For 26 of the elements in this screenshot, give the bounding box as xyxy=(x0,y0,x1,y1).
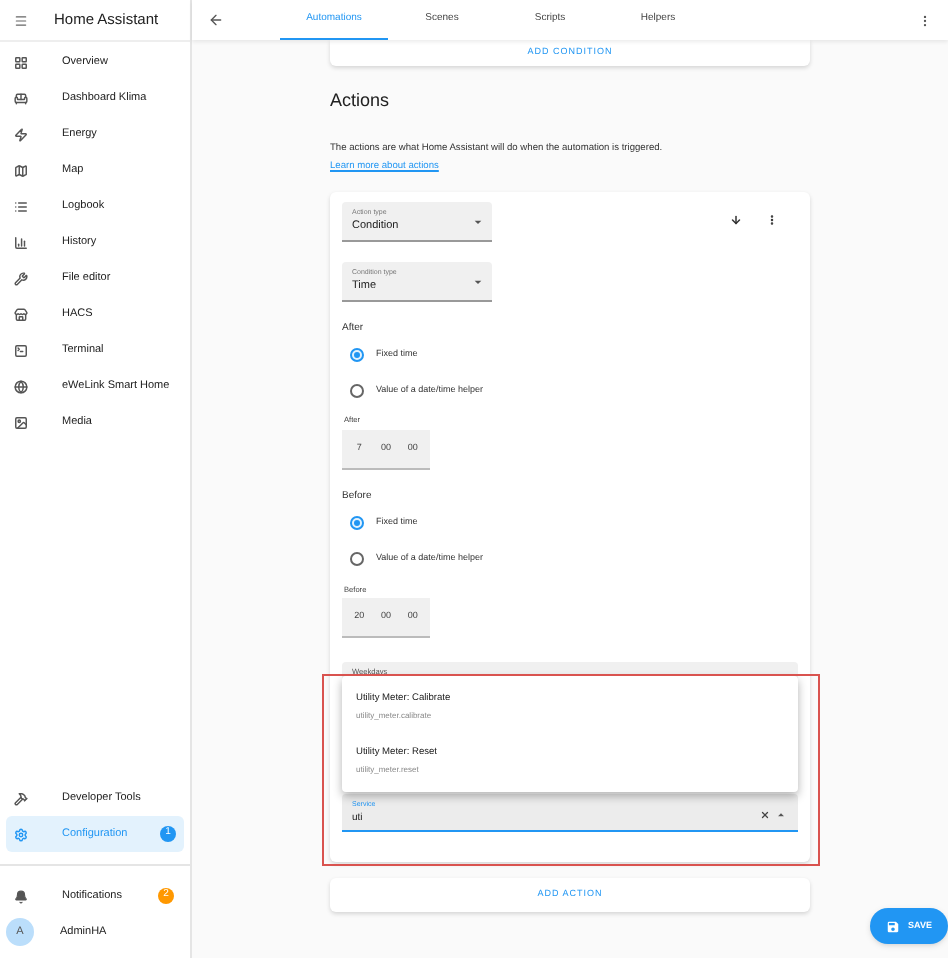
move-down-icon[interactable] xyxy=(730,213,742,226)
back-icon[interactable] xyxy=(208,12,224,28)
grid-icon xyxy=(14,55,28,69)
hammer-icon xyxy=(14,791,28,805)
bell-icon xyxy=(14,889,28,903)
sofa-icon xyxy=(14,91,28,105)
radio-button[interactable] xyxy=(350,347,364,362)
globe-icon xyxy=(14,379,28,393)
terminal-icon xyxy=(14,343,28,357)
radio-button[interactable] xyxy=(350,552,364,567)
clear-icon[interactable] xyxy=(760,810,770,821)
store-icon xyxy=(14,307,28,321)
settings-icon xyxy=(14,827,28,841)
wrench-icon xyxy=(14,271,28,285)
section-heading: Actions xyxy=(330,88,392,114)
chart-icon xyxy=(14,235,28,249)
map-icon xyxy=(14,163,28,177)
more-icon[interactable] xyxy=(766,213,778,226)
radio-button[interactable] xyxy=(350,516,364,531)
menu-icon[interactable] xyxy=(14,13,28,27)
list-icon xyxy=(14,199,28,213)
image-icon xyxy=(14,415,28,429)
radio-button[interactable] xyxy=(350,383,364,398)
save-icon xyxy=(886,919,901,933)
more-icon[interactable] xyxy=(918,13,932,27)
lightning-icon xyxy=(14,127,28,141)
